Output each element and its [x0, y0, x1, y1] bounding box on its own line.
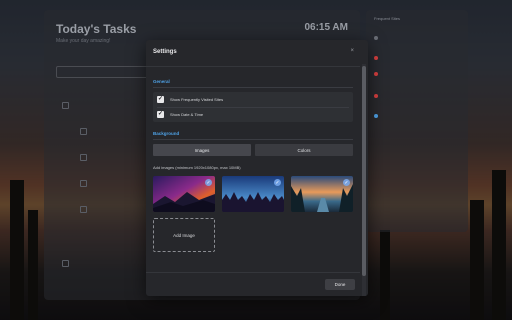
option-divider [157, 107, 349, 108]
site-item[interactable] [374, 72, 378, 76]
selected-check-icon: ✓ [205, 179, 212, 186]
site-item[interactable] [374, 94, 378, 98]
frequent-sites-checkbox[interactable]: ✓ [157, 96, 164, 103]
add-image-button[interactable]: Add Image [153, 218, 215, 252]
task-checkbox[interactable] [80, 206, 87, 213]
tree-silhouette [380, 230, 390, 320]
task-checkbox[interactable] [80, 180, 87, 187]
section-divider [153, 139, 353, 140]
option-date-time[interactable]: ✓ Show Date & Time [157, 111, 203, 118]
task-checkbox[interactable] [62, 260, 69, 267]
tab-images[interactable]: Images [153, 144, 251, 156]
scrollbar-thumb[interactable] [362, 66, 366, 276]
scrollbar[interactable] [362, 64, 366, 296]
background-thumbnail[interactable]: ✓ [153, 176, 215, 212]
modal-header: Settings × [146, 40, 368, 66]
add-images-hint: Add images (minimum 1920x1080px, max 10M… [153, 165, 241, 170]
site-item[interactable] [374, 56, 378, 60]
site-icon [374, 36, 378, 40]
option-label: Show Date & Time [170, 112, 204, 117]
site-icon [374, 56, 378, 60]
task-item[interactable] [80, 128, 87, 135]
task-item[interactable] [80, 180, 87, 187]
tree-silhouette [470, 200, 484, 320]
section-divider [153, 87, 353, 88]
background-section-label: Background [153, 131, 180, 136]
task-checkbox[interactable] [62, 102, 69, 109]
frequent-sites-title: Frequent Sites [374, 16, 401, 21]
option-frequent-sites[interactable]: ✓ Show Frequently Visited Sites [157, 96, 223, 103]
option-label: Show Frequently Visited Sites [170, 97, 224, 102]
site-icon [374, 94, 378, 98]
site-item[interactable] [374, 114, 378, 118]
site-icon [374, 114, 378, 118]
settings-modal: Settings × General ✓ Show Frequently Vis… [146, 40, 368, 296]
tasks-time: 06:15 AM [304, 22, 348, 33]
header-divider [146, 66, 360, 67]
task-checkbox[interactable] [80, 154, 87, 161]
footer-divider [146, 272, 360, 273]
tree-silhouette [28, 210, 38, 320]
task-item[interactable] [80, 154, 87, 161]
done-button[interactable]: Done [325, 279, 355, 290]
date-time-checkbox[interactable]: ✓ [157, 111, 164, 118]
selected-check-icon: ✓ [343, 179, 350, 186]
tasks-subtitle: Make your day amazing! [56, 38, 111, 44]
modal-title: Settings [153, 49, 177, 55]
tasks-title: Today's Tasks [56, 22, 137, 36]
selected-check-icon: ✓ [274, 179, 281, 186]
general-options: ✓ Show Frequently Visited Sites ✓ Show D… [153, 92, 353, 122]
general-section-label: General [153, 79, 170, 84]
task-item[interactable] [62, 102, 69, 109]
background-thumbnail[interactable]: ✓ [222, 176, 284, 212]
task-item[interactable] [62, 260, 69, 267]
tree-silhouette [492, 170, 506, 320]
frequent-sites-panel: Frequent Sites [366, 10, 468, 232]
site-icon [374, 72, 378, 76]
task-item[interactable] [80, 206, 87, 213]
background-thumbnail[interactable]: ✓ [291, 176, 353, 212]
tab-colors[interactable]: Colors [255, 144, 353, 156]
tree-silhouette [10, 180, 24, 320]
site-item[interactable] [374, 36, 378, 40]
close-icon[interactable]: × [350, 48, 354, 54]
task-checkbox[interactable] [80, 128, 87, 135]
